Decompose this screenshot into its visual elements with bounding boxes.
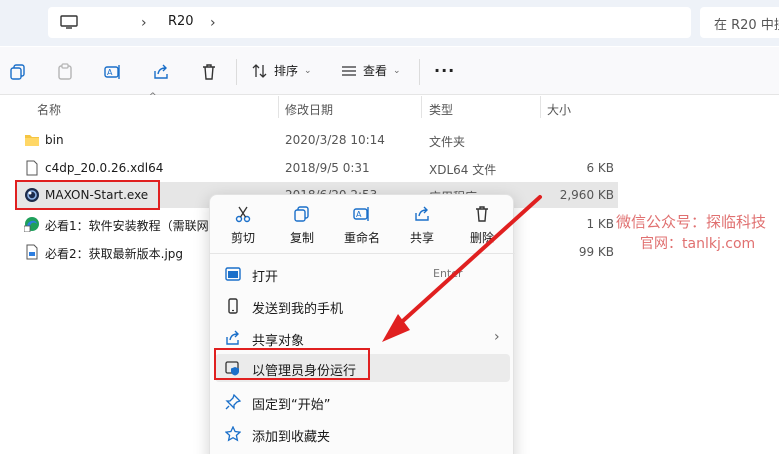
highlight-box-file <box>15 180 160 210</box>
file-size: 6 KB <box>586 161 614 175</box>
file-name: 必看1：软件安装教程（需联网 <box>45 219 209 233</box>
menu-item-send-to-phone[interactable]: 发送到我的手机 <box>215 292 510 320</box>
file-size: 99 KB <box>578 245 614 259</box>
breadcrumb-r20[interactable]: R20 <box>168 14 194 29</box>
phone-icon <box>228 298 238 314</box>
menu-item-label: 固定到“开始” <box>252 398 331 413</box>
watermark-website: 官网：tanlkj.com <box>640 236 756 252</box>
menu-item-label: 添加到收藏夹 <box>252 430 331 445</box>
svg-text:A: A <box>356 210 362 219</box>
address-bar-area: › R20 › 在 R20 中搜 <box>0 0 779 46</box>
sort-icon <box>252 63 267 78</box>
file-row[interactable]: c4dp_20.0.26.xdl64 2018/9/5 0:31 XDL64 文… <box>16 155 618 181</box>
rename-label: 重命名 <box>343 231 380 245</box>
rename-icon[interactable]: A <box>104 63 122 81</box>
view-list-icon <box>342 65 356 76</box>
pin-icon <box>225 394 241 410</box>
file-name: bin <box>45 133 64 147</box>
file-date: 2018/9/5 0:31 <box>285 161 370 175</box>
search-input[interactable]: 在 R20 中搜 <box>700 7 779 38</box>
view-button[interactable]: 查看 ⌄ <box>341 62 401 79</box>
delete-label: 删除 <box>469 231 494 245</box>
menu-item-label: 发送到我的手机 <box>252 302 344 317</box>
edge-shortcut-icon <box>24 217 39 232</box>
copy-icon <box>294 206 309 222</box>
menu-item-open[interactable]: 打开 Enter <box>215 260 510 288</box>
share-icon <box>415 206 429 221</box>
address-bar[interactable]: › R20 › <box>48 7 691 38</box>
delete-button[interactable]: 删除 <box>452 205 512 246</box>
svg-text:A: A <box>107 68 113 77</box>
column-divider[interactable] <box>278 96 279 118</box>
paste-icon[interactable] <box>56 63 74 81</box>
share-button[interactable]: 共享 <box>392 205 452 246</box>
sort-button[interactable]: 排序 ⌄ <box>252 62 312 79</box>
more-options-button[interactable]: ··· <box>434 61 455 80</box>
watermark-wechat: 微信公众号：探临科技 <box>616 213 767 231</box>
file-name: 必看2：获取最新版本.jpg <box>45 247 184 261</box>
column-divider[interactable] <box>540 96 541 118</box>
share-icon[interactable] <box>152 63 170 81</box>
rename-icon: A <box>353 207 369 221</box>
menu-item-add-to-favorites[interactable]: 添加到收藏夹 <box>215 420 510 448</box>
document-icon <box>26 160 38 176</box>
copy-label: 复制 <box>289 231 314 245</box>
column-divider[interactable] <box>421 96 422 118</box>
breadcrumb-separator[interactable]: › <box>141 15 147 31</box>
menu-item-label: 打开 <box>252 270 279 285</box>
chevron-down-icon: ⌄ <box>304 65 312 76</box>
file-type: 文件夹 <box>429 135 466 149</box>
file-size: 1 KB <box>586 217 614 231</box>
menu-item-label: 共享对象 <box>252 334 305 349</box>
sort-caret-icon: ^ <box>149 92 157 102</box>
column-header-date[interactable]: 修改日期 <box>285 101 333 118</box>
toolbar-divider <box>236 59 237 85</box>
cut-label: 剪切 <box>230 231 255 245</box>
context-menu: 剪切 复制 A 重命名 共享 删除 打开 Enter 发送到我的手机 共享对象 … <box>209 194 515 454</box>
column-header-size[interactable]: 大小 <box>547 101 571 118</box>
breadcrumb-separator-end[interactable]: › <box>210 15 216 31</box>
chevron-down-icon: ⌄ <box>393 65 401 76</box>
cut-button[interactable]: 剪切 <box>213 205 273 246</box>
scissors-icon <box>235 206 251 223</box>
highlight-box-run-as-admin <box>214 348 370 380</box>
image-file-icon <box>26 244 38 260</box>
sort-label: 排序 <box>274 64 299 78</box>
file-date: 2020/3/28 10:14 <box>285 133 385 147</box>
toolbar-divider <box>419 59 420 85</box>
column-header-name[interactable]: 名称 <box>37 101 61 118</box>
menu-divider <box>210 253 515 254</box>
open-window-icon <box>225 267 241 281</box>
rename-button[interactable]: A 重命名 <box>332 205 392 246</box>
star-icon <box>225 426 241 442</box>
file-name: c4dp_20.0.26.xdl64 <box>45 161 164 175</box>
new-copy-icon[interactable] <box>9 63 27 81</box>
context-menu-quick-actions: 剪切 复制 A 重命名 共享 删除 <box>210 195 515 251</box>
file-row[interactable]: bin 2020/3/28 10:14 文件夹 <box>16 127 618 153</box>
share-label: 共享 <box>409 231 434 245</box>
view-label: 查看 <box>363 64 388 78</box>
trash-icon[interactable] <box>200 63 218 81</box>
menu-item-pin-to-start[interactable]: 固定到“开始” <box>215 388 510 416</box>
command-bar: A 排序 ⌄ 查看 ⌄ ··· <box>0 47 779 95</box>
folder-icon <box>25 135 39 146</box>
share-icon <box>226 330 239 345</box>
chevron-right-icon: › <box>494 329 500 345</box>
file-type: XDL64 文件 <box>429 163 497 177</box>
column-header-type[interactable]: 类型 <box>429 101 453 118</box>
file-size: 2,960 KB <box>559 188 614 202</box>
menu-item-shortcut: Enter <box>433 267 463 280</box>
monitor-icon <box>60 15 78 29</box>
trash-icon <box>476 206 488 222</box>
copy-button[interactable]: 复制 <box>272 205 332 246</box>
